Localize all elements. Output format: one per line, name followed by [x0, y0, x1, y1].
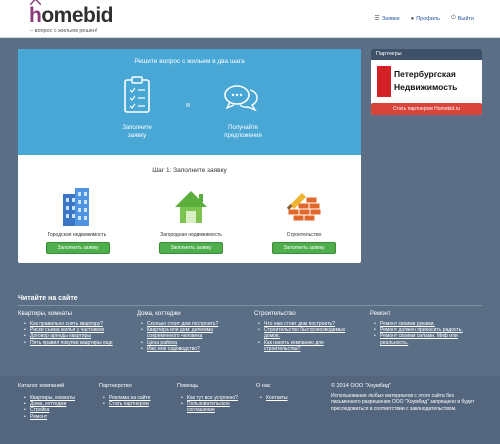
read-divider [18, 305, 482, 306]
read-section-title: Читайте на сайте [18, 295, 78, 302]
read-col-houses-title: Дома, коттеджи [137, 311, 181, 317]
read-col-construction-list: Что нам стоит дом построить? Строительст… [258, 321, 358, 352]
logo-h: h [29, 4, 42, 27]
copyright-text: Использование любых материалов с этого с… [331, 393, 475, 412]
article-link[interactable]: Квартира или дом: дилемма современного ч… [141, 327, 241, 339]
footer-catalog-list: Квартиры, комнаты Дома, коттеджи Стройка… [24, 395, 94, 420]
country-house-icon [175, 191, 207, 223]
category-construction-label: Строительство [286, 232, 322, 238]
step-offers-line2: предложения [224, 133, 262, 139]
power-icon: ⏻ [450, 15, 456, 21]
step-fill-label: Заполните заявку [102, 124, 172, 140]
read-col-houses-list: Сколько стоит дом построить? Квартира ил… [141, 321, 241, 352]
nav-logout[interactable]: ⏻ Выйти [451, 15, 474, 22]
step1-title: Шаг 1: Заполните заявку [152, 167, 227, 174]
footer-link[interactable]: Стать партнером [103, 401, 173, 407]
hero-and: и [186, 102, 190, 109]
article-link[interactable]: Ижс или садоводство? [141, 346, 241, 352]
become-partner-button[interactable]: Стать партнером Homebid.ru [371, 103, 482, 115]
article-link[interactable]: Ремонт своими силами. Миф или реальность… [374, 333, 482, 345]
top-nav: ☰ Заявки ● Профиль ⏻ Выйти [374, 15, 474, 22]
step-offers-label: Получайте предложения [208, 124, 278, 140]
partner-logo-mark [377, 66, 391, 97]
nav-profile[interactable]: ● Профиль [411, 15, 440, 22]
copyright: © 2014 ООО "Хоумбид" [331, 383, 392, 389]
main-panel: Решите вопрос с жильем в два шага Заполн… [18, 49, 361, 263]
list-icon: ☰ [374, 16, 380, 22]
footer-help-title: Помощь [177, 383, 199, 389]
logo-text: omebid [41, 4, 113, 27]
footer-catalog-title: Каталог компаний [18, 383, 65, 389]
footer-help-list: Как тут все устроено? Пользовательское с… [181, 395, 251, 414]
partner-logo-text: Петербургская Недвижимость [394, 68, 457, 94]
footer-partnership-title: Партнерство [99, 383, 132, 389]
site-header: homebid – вопрос с жильем решен! ☰ Заявки… [0, 0, 500, 38]
footer-about-title: О нас [256, 383, 271, 389]
read-col-repair-list: Ремонт своими руками. Ремонт должен прин… [374, 321, 482, 346]
fill-request-city-button[interactable]: Заполнить заявку [46, 242, 110, 254]
read-col-repair-title: Ремонт [370, 311, 391, 317]
nav-profile-label: Профиль [416, 15, 440, 22]
step-fill-line1: Заполните [122, 125, 152, 131]
house-roof-icon [30, 0, 41, 5]
user-icon: ● [410, 15, 415, 22]
hero-title: Решите вопрос с жильем в два шага [134, 58, 245, 65]
nav-requests[interactable]: ☰ Заявки [374, 15, 400, 23]
read-col-apartments-list: Как правильно снять квартиру? Риски съем… [24, 321, 116, 346]
nav-requests-label: Заявки [381, 15, 400, 22]
footer-link[interactable]: Пользовательское соглашение [181, 401, 251, 413]
fill-request-construction-button[interactable]: Заполнить заявку [272, 242, 336, 254]
fill-request-country-button[interactable]: Заполнить заявку [159, 242, 223, 254]
step-offers-line1: Получайте [228, 125, 258, 131]
footer-about-list: Контакты [260, 395, 320, 401]
partner-logo-line1: Петербургская [394, 69, 456, 79]
nav-logout-label: Выйти [457, 15, 474, 22]
hero-banner: Решите вопрос с жильем в два шага Заполн… [18, 49, 361, 155]
chat-bubbles-icon [224, 85, 258, 112]
article-link[interactable]: Пять правил покупки квартиры еще [24, 340, 116, 346]
partner-logo-line2: Недвижимость [394, 82, 458, 92]
city-building-icon [63, 188, 89, 226]
article-link[interactable]: Строительство быстровозводимых домов. [258, 327, 358, 339]
footer-link[interactable]: Ремонт [24, 414, 94, 420]
article-link[interactable]: Как нанять компанию для строительства? [258, 340, 358, 352]
step-fill-line2: заявку [127, 133, 147, 139]
footer-partnership-list: Реклама на сайте Стать партнером [103, 395, 173, 408]
clipboard-icon [124, 76, 150, 113]
read-col-construction-title: Строительство [254, 311, 296, 317]
logo[interactable]: homebid [29, 0, 113, 28]
read-col-apartments-title: Квартиры, комнаты [18, 311, 72, 317]
footer-link[interactable]: Контакты [260, 395, 320, 401]
category-city-label: Городская недвижимость [47, 232, 107, 238]
partner-logo[interactable]: Петербургская Недвижимость [377, 66, 476, 97]
brick-wall-icon [286, 193, 322, 222]
tagline: – вопрос с жильем решен! [30, 28, 98, 34]
category-country-label: Загородная недвижимость [160, 232, 222, 238]
partners-title: Партнеры [371, 49, 482, 60]
